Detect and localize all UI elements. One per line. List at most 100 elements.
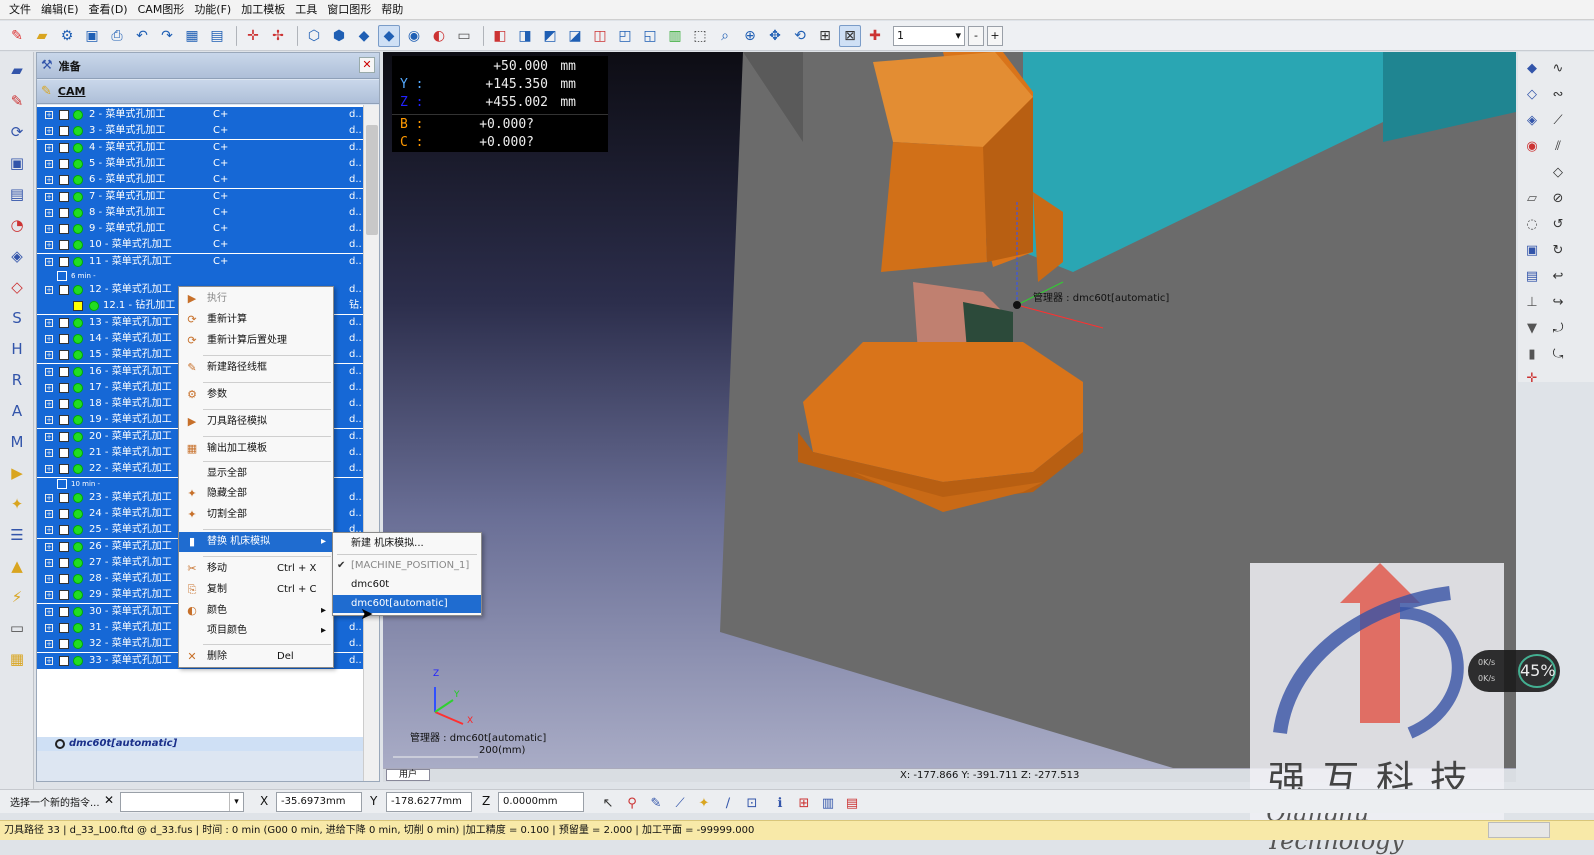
row-checkbox[interactable] [59,366,69,377]
row-checkbox[interactable] [59,110,69,120]
row-checkbox[interactable] [59,541,69,552]
hook-tool-4-icon[interactable]: ↪ [1548,292,1568,312]
expand-icon[interactable]: + [45,640,53,649]
curve-tool-icon[interactable]: ∿ [1548,58,1568,78]
snap-solid-icon[interactable]: ◈ [1522,110,1542,130]
layers-icon[interactable]: ▤ [206,25,228,47]
tool-bar-icon[interactable]: ▮ [1522,344,1542,364]
select-cam-icon[interactable]: ✦ [694,793,714,813]
row-checkbox[interactable] [59,415,69,426]
panel-header-cam[interactable]: ✎ CAM ✔ [37,80,379,126]
row-checkbox[interactable] [59,492,69,503]
row-checkbox[interactable] [59,525,69,536]
command-combo[interactable]: ▾ [120,792,244,812]
context-menu-item[interactable]: ✦ 切割全部 [179,505,333,525]
row-checkbox[interactable] [59,256,69,267]
group-collapse-icon[interactable] [57,271,67,281]
select-filter-icon[interactable]: ⚲ [622,793,642,813]
submenu-machine-position[interactable]: ✔ [MACHINE_POSITION_1] [333,557,481,575]
coord-x-field[interactable]: -35.6973mm [276,792,362,812]
report-icon[interactable]: ▤ [842,793,862,813]
cam-block-icon[interactable]: ▣ [4,150,30,176]
pin-icon[interactable]: ✚ [864,25,886,47]
axis-icon[interactable]: ✛ [242,25,264,47]
hook-tool-icon[interactable]: ↺ [1548,214,1568,234]
open-folder-icon[interactable]: ▰ [31,25,53,47]
tree-scrollbar[interactable] [363,105,379,781]
machine-simulation-node[interactable]: dmc60t[automatic] [37,737,363,751]
menu-edit[interactable]: 编辑(E) [36,0,84,20]
select-slash-icon[interactable]: ∕ [718,793,738,813]
row-checkbox[interactable] [59,399,69,410]
menu-help[interactable]: 帮助 [376,0,408,20]
submenu-dmc60t[interactable]: dmc60t [333,576,481,594]
view-number-combo[interactable]: 1 ▾ [893,25,965,46]
shape-tool-icon[interactable]: ◇ [1548,162,1568,182]
snap-face-icon[interactable]: ◇ [1522,84,1542,104]
tree-row[interactable]: +4 - 菜单式孔加工 C+ d.. [37,139,363,156]
pan-icon[interactable]: ✥ [764,25,786,47]
menu-templates[interactable]: 加工模板 [236,0,290,20]
axis-alt-icon[interactable]: ✢ [267,25,289,47]
context-menu-item[interactable]: ✕ 删除 Del [179,647,333,667]
print-icon[interactable]: ⎙ [106,25,128,47]
tool-mill-icon[interactable]: ▼ [1522,318,1542,338]
view-2d-icon[interactable]: ◧ [489,25,511,47]
row-checkbox[interactable] [59,574,69,585]
expand-icon[interactable]: + [45,493,53,502]
expand-icon[interactable]: + [45,192,53,201]
context-menu-item[interactable]: 显示全部 [179,464,333,484]
context-menu-item[interactable]: ⟳ 重新计算 [179,310,333,330]
expand-icon[interactable]: + [45,383,53,392]
context-menu-item[interactable]: ▦ 输出加工模板 [179,439,333,459]
coord-y-field[interactable]: -178.6277mm [386,792,472,812]
chart-icon[interactable]: ▥ [818,793,838,813]
open-recent-icon[interactable]: ⚙ [56,25,78,47]
tree-row[interactable]: +5 - 菜单式孔加工 C+ d.. [37,155,363,172]
shaded-cube-icon[interactable]: ◆ [353,25,375,47]
cam-a-icon[interactable]: A [4,398,30,424]
row-checkbox[interactable] [59,382,69,393]
hidden-line-cube-icon[interactable]: ⬢ [328,25,350,47]
row-checkbox[interactable] [59,285,69,295]
row-checkbox[interactable] [59,333,69,344]
cam-m-icon[interactable]: M [4,429,30,455]
view-3d-icon[interactable]: ◨ [514,25,536,47]
expand-icon[interactable]: + [45,432,53,441]
row-checkbox[interactable] [59,158,69,169]
cam-path-icon[interactable]: ✎ [4,88,30,114]
tree-group[interactable]: 6 min - [37,270,363,282]
cam-laptop-icon[interactable]: ▭ [4,615,30,641]
row-checkbox[interactable] [59,508,69,519]
increase-button[interactable]: + [987,25,1003,46]
view-side-icon[interactable]: ◰ [614,25,636,47]
context-menu-item[interactable]: 项目颜色 ▸ [179,621,333,641]
context-menu-item[interactable]: ▶ 执行 [179,289,333,309]
expand-icon[interactable]: + [45,159,53,168]
tree-row[interactable]: +7 - 菜单式孔加工 C+ d.. [37,188,363,205]
row-checkbox[interactable] [59,317,69,328]
expand-icon[interactable]: + [45,449,53,457]
view-tab-user[interactable]: 用户 [386,769,430,781]
row-checkbox[interactable] [59,590,69,601]
row-checkbox[interactable] [59,191,69,202]
coord-z-field[interactable]: 0.0000mm [498,792,584,812]
snap-plane-icon[interactable]: ▤ [1522,266,1542,286]
row-checkbox[interactable] [59,557,69,568]
row-checkbox[interactable] [59,126,69,137]
decrease-button[interactable]: - [968,25,984,46]
cam-stock-icon[interactable]: ▤ [4,181,30,207]
row-checkbox[interactable] [59,431,69,442]
row-checkbox[interactable] [59,207,69,218]
zoom-window-icon[interactable]: ⬚ [689,25,711,47]
cam-box-icon[interactable]: ▦ [4,646,30,672]
context-menu-item[interactable]: ⎘ 复制 Ctrl + C [179,580,333,600]
expand-icon[interactable]: + [45,208,53,217]
command-clear-icon[interactable]: ✕ [104,793,114,807]
clipboard-icon[interactable]: ▥ [664,25,686,47]
row-checkbox[interactable] [59,623,69,633]
expand-icon[interactable]: + [45,351,53,360]
expand-icon[interactable]: + [45,607,53,616]
tree-row[interactable]: +6 - 菜单式孔加工 C+ d.. [37,172,363,189]
view-iso-icon[interactable]: ◩ [539,25,561,47]
